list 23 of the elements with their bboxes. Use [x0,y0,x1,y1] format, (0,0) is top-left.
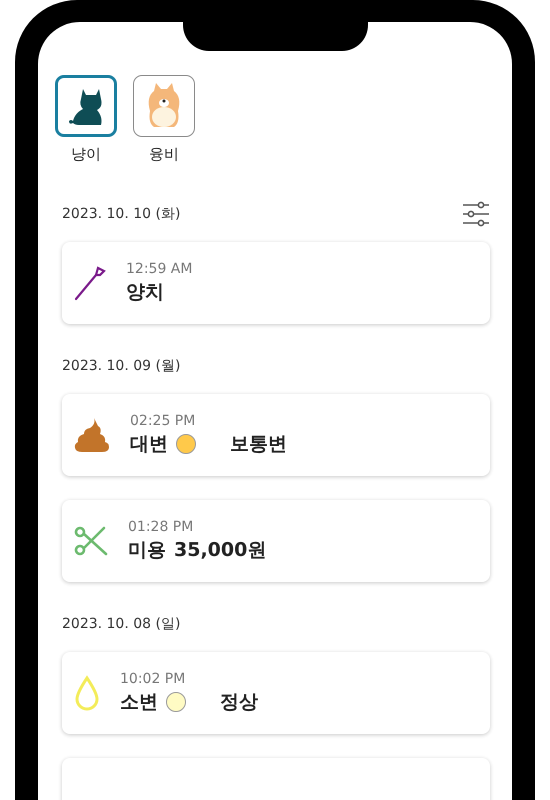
poop-icon [74,418,110,452]
drop-icon [74,675,100,711]
record-card[interactable]: 01:28 PM 미용 35,000원 [62,500,490,582]
toothbrush-icon [74,265,106,301]
record-time: 02:25 PM [130,413,196,429]
filter-icon[interactable] [462,201,490,227]
record-card[interactable]: 02:25 PM 대변 보통변 [62,394,490,476]
record-card[interactable]: 12:59 AM 양치 [62,242,490,324]
record-title: 양치 [126,280,164,305]
record-note: 보통변 [230,432,287,457]
record-time: 01:28 PM [128,519,194,535]
record-time: 12:59 AM [126,261,192,277]
date-header: 2023. 10. 09 (월) [62,357,180,375]
date-header: 2023. 10. 10 (화) [62,205,180,223]
record-title: 대변 [130,432,168,457]
record-title: 소변 [120,690,158,715]
record-time: 10:02 PM [120,671,186,687]
record-note: 정상 [220,690,258,715]
date-header: 2023. 10. 08 (일) [62,615,180,633]
record-card[interactable]: 10:02 PM 소변 정상 [62,652,490,734]
record-title: 미용 [128,538,166,563]
scissors-icon [74,524,108,558]
record-amount: 35,000원 [174,538,266,563]
